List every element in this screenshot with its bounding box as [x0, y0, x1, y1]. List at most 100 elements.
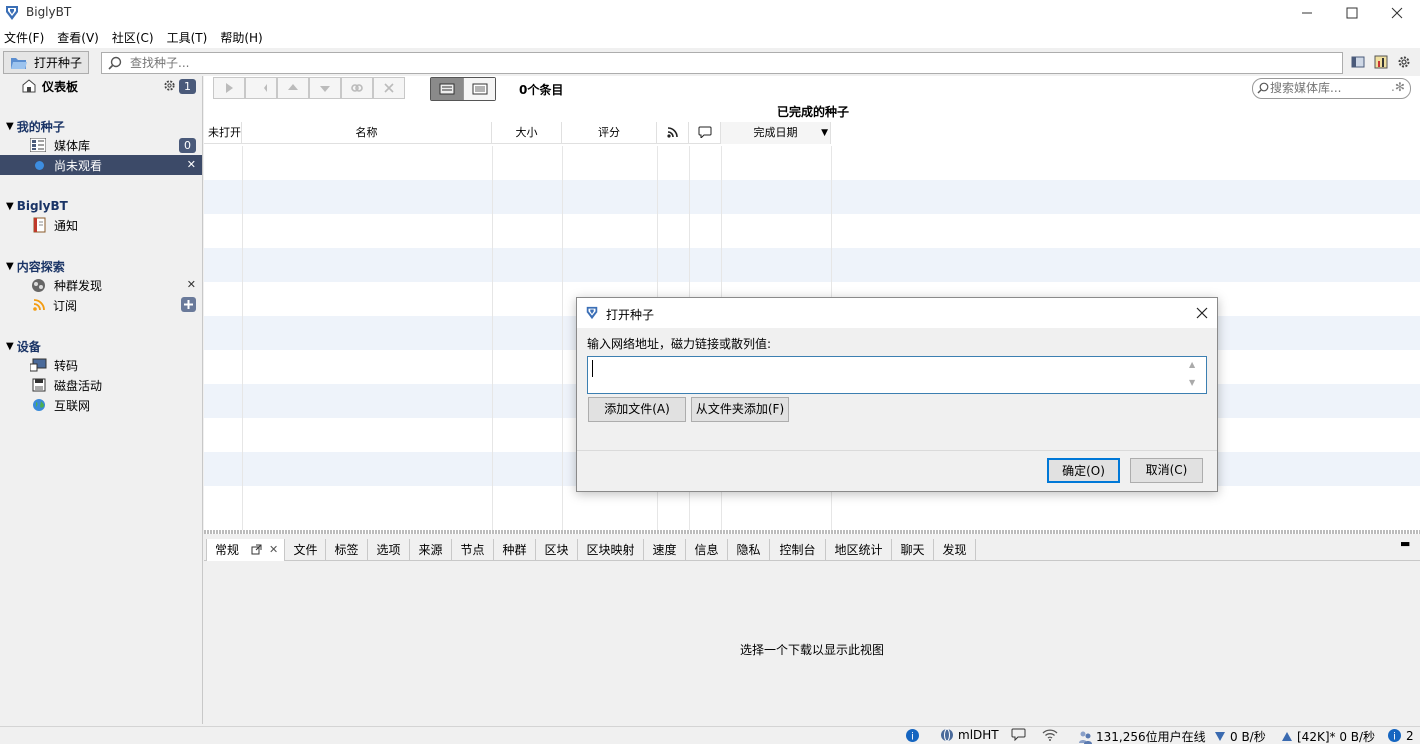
- sidebar-item-swarm-discovery[interactable]: 种群发现 ✕: [0, 275, 202, 295]
- sidebar-toggle-icon[interactable]: [1351, 55, 1365, 69]
- tab-files[interactable]: 文件: [286, 539, 326, 561]
- regex-icon[interactable]: .✻: [1391, 80, 1405, 94]
- url-textarea[interactable]: [592, 359, 1182, 391]
- sidebar-item-label: 媒体库: [54, 138, 91, 153]
- globe-icon: [32, 398, 46, 412]
- up-arrow-icon: [1281, 731, 1293, 742]
- library-badge: 0: [179, 138, 196, 153]
- sidebar-item-disk-activity[interactable]: 磁盘活动: [0, 375, 202, 395]
- add-from-folder-button[interactable]: 从文件夹添加(F): [691, 397, 789, 422]
- close-icon[interactable]: ✕: [187, 158, 196, 171]
- menu-file[interactable]: 文件(F): [4, 29, 44, 46]
- sidebar-section-discovery[interactable]: ▼ 内容探索: [0, 256, 202, 276]
- tab-peers[interactable]: 节点: [452, 539, 494, 561]
- sidebar-item-library[interactable]: 媒体库 0: [0, 135, 202, 155]
- column-size[interactable]: 大小: [492, 122, 562, 144]
- tab-tags[interactable]: 标签: [326, 539, 368, 561]
- tab-console[interactable]: 控制台: [770, 539, 826, 561]
- tab-piece-map[interactable]: 区块映射: [578, 539, 644, 561]
- menu-community[interactable]: 社区(C): [112, 29, 154, 46]
- download-speed[interactable]: 0 B/秒: [1214, 728, 1266, 744]
- scroll-down-icon[interactable]: ▼: [1189, 378, 1195, 387]
- tab-speed[interactable]: 速度: [644, 539, 686, 561]
- close-icon[interactable]: ✕: [187, 278, 196, 291]
- column-name[interactable]: 名称: [242, 122, 492, 144]
- minimize-panel-icon[interactable]: ▬: [1400, 537, 1410, 550]
- media-search-box[interactable]: .✻: [1252, 78, 1411, 99]
- tab-swarm[interactable]: 种群: [494, 539, 536, 561]
- close-tab-icon[interactable]: ✕: [269, 539, 278, 561]
- network-icon[interactable]: [1042, 728, 1058, 741]
- tab-chat[interactable]: 聊天: [892, 539, 934, 561]
- tab-info[interactable]: 信息: [686, 539, 728, 561]
- start-button[interactable]: [213, 77, 245, 99]
- info-shield-icon[interactable]: i: [905, 728, 920, 743]
- column-rating[interactable]: 评分: [562, 122, 657, 144]
- popout-icon[interactable]: [251, 544, 262, 555]
- column-completed-date[interactable]: 完成日期 ▼: [721, 122, 831, 144]
- tab-geo-stats[interactable]: 地区统计: [826, 539, 892, 561]
- maximize-button[interactable]: [1329, 0, 1375, 26]
- search-icon: [1257, 82, 1269, 94]
- sidebar-section-my-torrents[interactable]: ▼ 我的种子: [0, 116, 202, 136]
- sidebar-item-notifications[interactable]: 通知: [0, 215, 202, 235]
- open-torrent-button[interactable]: 打开种子: [3, 51, 89, 74]
- ok-button[interactable]: 确定(O): [1047, 458, 1120, 483]
- upload-speed-label: [42K]* 0 B/秒: [1297, 730, 1376, 744]
- column-comments[interactable]: [689, 122, 721, 144]
- title-bar: BiglyBT: [0, 0, 1420, 26]
- upload-speed[interactable]: [42K]* 0 B/秒: [1281, 728, 1375, 744]
- torrent-search-box[interactable]: [101, 52, 1343, 74]
- detail-tab-bar: 常规 ✕ 文件 标签 选项 来源 节点 种群 区块 区块映射 速度 信息 隐私 …: [204, 537, 1420, 561]
- column-unopened[interactable]: 未打开: [204, 122, 242, 144]
- sidebar-item-subscriptions[interactable]: 订阅: [0, 295, 202, 315]
- sidebar-section-biglybt[interactable]: ▼ BiglyBT: [0, 196, 202, 216]
- column-rss[interactable]: [657, 122, 689, 144]
- media-search-input[interactable]: [1270, 81, 1386, 95]
- remove-button[interactable]: [373, 77, 405, 99]
- sidebar-item-label: 种群发现: [54, 278, 103, 293]
- splitter-handle[interactable]: [204, 530, 1420, 534]
- tab-sources[interactable]: 来源: [410, 539, 452, 561]
- search-input[interactable]: [130, 56, 1330, 70]
- view-mode-toggle: [430, 77, 496, 101]
- sidebar-item-label: 互联网: [54, 398, 91, 413]
- chat-icon[interactable]: [1011, 728, 1026, 741]
- sidebar-item-dashboard[interactable]: 仪表板 1: [0, 76, 202, 96]
- add-file-button[interactable]: 添加文件(A): [588, 397, 686, 422]
- tab-discovery[interactable]: 发现: [934, 539, 976, 561]
- sidebar-item-internet[interactable]: 互联网: [0, 395, 202, 415]
- table-row: [204, 248, 1420, 282]
- add-subscription-icon[interactable]: [181, 297, 196, 312]
- menu-tools[interactable]: 工具(T): [167, 29, 208, 46]
- tab-options[interactable]: 选项: [368, 539, 410, 561]
- tab-privacy[interactable]: 隐私: [728, 539, 770, 561]
- close-icon[interactable]: [1196, 307, 1208, 319]
- link-button[interactable]: [341, 77, 373, 99]
- info-alerts[interactable]: i 2: [1387, 728, 1414, 743]
- menu-help[interactable]: 帮助(H): [220, 29, 262, 46]
- sidebar-section-devices[interactable]: ▼ 设备: [0, 336, 202, 356]
- sidebar-item-transcode[interactable]: 转码: [0, 355, 202, 375]
- scroll-up-icon[interactable]: ▲: [1189, 360, 1195, 369]
- users-online-status[interactable]: 131,256位用户在线: [1078, 728, 1206, 744]
- tab-pieces[interactable]: 区块: [536, 539, 578, 561]
- close-window-button[interactable]: [1374, 0, 1420, 26]
- cancel-button[interactable]: 取消(C): [1130, 458, 1203, 483]
- queue-button[interactable]: [245, 77, 277, 99]
- stats-icon[interactable]: [1374, 55, 1388, 69]
- settings-gear-icon[interactable]: [1397, 55, 1411, 69]
- list-view-button[interactable]: [463, 78, 495, 100]
- move-up-button[interactable]: [277, 77, 309, 99]
- dialog-footer: 确定(O) 取消(C): [577, 450, 1217, 491]
- gear-icon[interactable]: [163, 79, 176, 92]
- sidebar-item-unwatched[interactable]: 尚未观看 ✕: [0, 155, 202, 175]
- move-down-button[interactable]: [309, 77, 341, 99]
- minimize-button[interactable]: [1284, 0, 1330, 26]
- folder-open-icon: [10, 56, 28, 70]
- url-input-field[interactable]: ▲ ▼: [587, 356, 1207, 394]
- detailed-view-button[interactable]: [431, 78, 463, 100]
- dht-status[interactable]: mlDHT: [940, 728, 999, 742]
- tab-general[interactable]: 常规 ✕: [206, 539, 285, 561]
- menu-view[interactable]: 查看(V): [57, 29, 99, 46]
